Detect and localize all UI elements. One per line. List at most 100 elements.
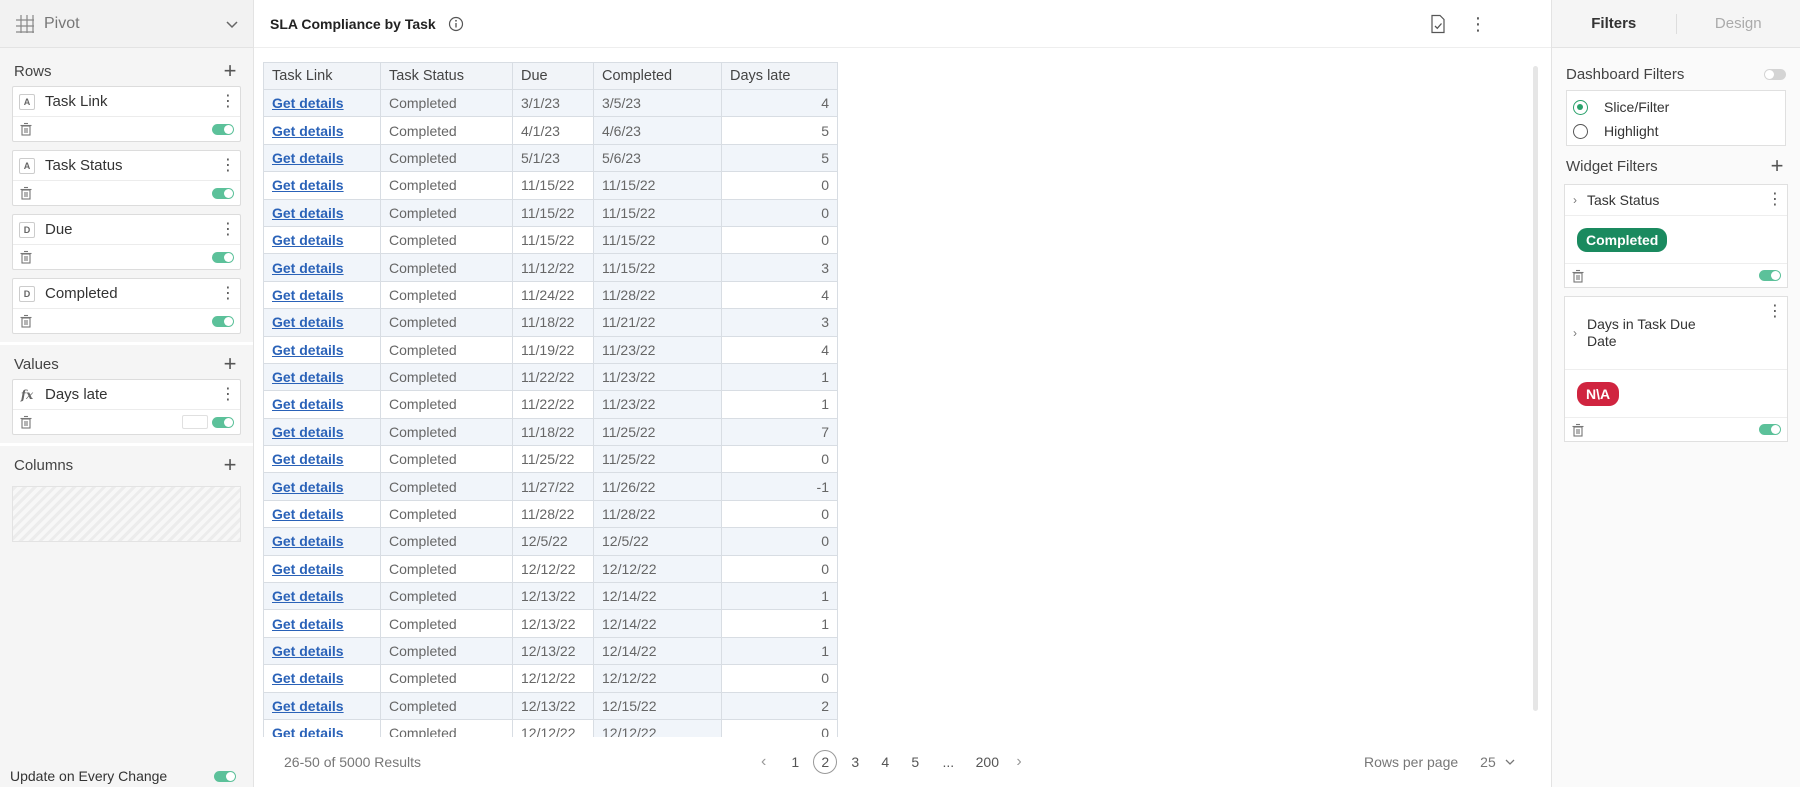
- filter-toggle[interactable]: [1759, 270, 1781, 281]
- page-number[interactable]: 200: [975, 750, 999, 774]
- add-row-icon[interactable]: +: [221, 60, 239, 82]
- due-cell: 11/25/22: [512, 445, 594, 474]
- dashboard-filters-toggle[interactable]: [1764, 68, 1786, 80]
- task-link-cell[interactable]: Get details: [263, 198, 381, 227]
- filter-value-chip[interactable]: Completed: [1577, 227, 1668, 252]
- task-link-cell[interactable]: Get details: [263, 499, 381, 529]
- field-toggle[interactable]: [212, 123, 234, 135]
- completed-cell: 5/6/23: [593, 143, 722, 173]
- table-row: Get details Completed 11/15/22 11/15/22 0: [263, 198, 838, 227]
- kebab-menu-icon[interactable]: ⋮: [220, 285, 236, 301]
- radio-selected-icon: [1573, 99, 1588, 115]
- field-toggle[interactable]: [212, 187, 234, 199]
- page-number[interactable]: 1: [783, 750, 807, 774]
- kebab-menu-icon[interactable]: ⋮: [220, 386, 236, 402]
- trash-icon[interactable]: [19, 415, 33, 429]
- widget-menu-icon[interactable]: ⋮: [1469, 15, 1487, 33]
- task-link-cell[interactable]: Get details: [263, 718, 381, 737]
- rows-per-page-label: Rows per page: [1364, 754, 1459, 770]
- trash-icon[interactable]: [19, 250, 33, 264]
- filter-mode-group: Slice/Filter Highlight: [1566, 90, 1786, 146]
- trash-icon[interactable]: [19, 186, 33, 200]
- info-icon[interactable]: [448, 16, 464, 32]
- field-toggle[interactable]: [212, 416, 234, 428]
- task-link-cell[interactable]: Get details: [263, 582, 381, 611]
- tab-filters[interactable]: Filters: [1552, 15, 1676, 32]
- trash-icon[interactable]: [1571, 423, 1585, 437]
- task-link-cell[interactable]: Get details: [263, 335, 381, 364]
- task-link-cell[interactable]: Get details: [263, 691, 381, 720]
- widget-type-selector[interactable]: Pivot: [0, 0, 253, 48]
- columns-drop-zone[interactable]: [12, 486, 241, 542]
- task-link-cell[interactable]: Get details: [263, 362, 381, 392]
- next-page-icon[interactable]: ›: [1016, 753, 1021, 771]
- kebab-menu-icon[interactable]: ⋮: [220, 221, 236, 237]
- add-filter-icon[interactable]: +: [1768, 155, 1786, 177]
- column-header[interactable]: Task Status: [380, 62, 513, 90]
- due-cell: 11/27/22: [512, 472, 594, 501]
- row-field-due[interactable]: D Due ⋮: [12, 214, 241, 270]
- document-check-icon[interactable]: [1429, 14, 1447, 34]
- task-link-cell[interactable]: Get details: [263, 527, 381, 556]
- trash-icon[interactable]: [19, 314, 33, 328]
- task-link-cell[interactable]: Get details: [263, 445, 381, 474]
- field-toggle[interactable]: [212, 315, 234, 327]
- kebab-menu-icon[interactable]: ⋮: [1767, 304, 1783, 320]
- task-link-cell[interactable]: Get details: [263, 171, 381, 200]
- task-link-cell[interactable]: Get details: [263, 636, 381, 666]
- table-row: Get details Completed 12/13/22 12/14/22 1: [263, 636, 838, 666]
- widget-title[interactable]: SLA Compliance by Task: [270, 16, 436, 32]
- column-header[interactable]: Days late: [721, 62, 838, 90]
- kebab-menu-icon[interactable]: ⋮: [220, 157, 236, 173]
- column-header[interactable]: Task Link: [263, 62, 381, 90]
- page-number[interactable]: 3: [843, 750, 867, 774]
- task-link-cell[interactable]: Get details: [263, 417, 381, 447]
- due-cell: 11/15/22: [512, 225, 594, 255]
- task-link-cell[interactable]: Get details: [263, 88, 381, 118]
- kebab-menu-icon[interactable]: ⋮: [220, 93, 236, 109]
- task-link-cell[interactable]: Get details: [263, 253, 381, 282]
- previous-page-icon[interactable]: ‹: [761, 753, 766, 771]
- field-toggle[interactable]: [212, 251, 234, 263]
- due-cell: 11/24/22: [512, 280, 594, 310]
- table-scrollbar[interactable]: [1533, 66, 1538, 711]
- chevron-right-icon[interactable]: ›: [1573, 326, 1577, 340]
- kebab-menu-icon[interactable]: ⋮: [1767, 192, 1783, 208]
- chevron-right-icon[interactable]: ›: [1573, 193, 1577, 207]
- color-swatch[interactable]: [182, 415, 208, 429]
- add-column-icon[interactable]: +: [221, 454, 239, 476]
- task-link-cell[interactable]: Get details: [263, 554, 381, 584]
- page-number[interactable]: 2: [813, 750, 838, 774]
- filter-card-days-in-task-due-date[interactable]: › Days in Task Due Date ⋮ N\A: [1564, 296, 1788, 442]
- radio-slice-filter[interactable]: Slice/Filter: [1573, 95, 1779, 119]
- page-number[interactable]: 4: [873, 750, 897, 774]
- filter-card-task-status[interactable]: › Task Status ⋮ Completed: [1564, 184, 1788, 288]
- days-late-cell: 5: [721, 116, 838, 145]
- filter-toggle[interactable]: [1759, 424, 1781, 435]
- trash-icon[interactable]: [19, 122, 33, 136]
- task-link-cell[interactable]: Get details: [263, 225, 381, 255]
- row-field-completed[interactable]: D Completed ⋮: [12, 278, 241, 334]
- page-number[interactable]: 5: [903, 750, 927, 774]
- radio-highlight[interactable]: Highlight: [1573, 119, 1779, 143]
- task-link-cell[interactable]: Get details: [263, 116, 381, 145]
- task-link-cell[interactable]: Get details: [263, 280, 381, 310]
- task-link-cell[interactable]: Get details: [263, 308, 381, 337]
- add-value-icon[interactable]: +: [221, 353, 239, 375]
- task-link-cell[interactable]: Get details: [263, 609, 381, 638]
- task-link-cell[interactable]: Get details: [263, 664, 381, 693]
- trash-icon[interactable]: [1571, 269, 1585, 283]
- value-field-days-late[interactable]: fx Days late ⋮: [12, 379, 241, 435]
- rows-per-page-select[interactable]: 25: [1480, 754, 1516, 770]
- task-link-cell[interactable]: Get details: [263, 143, 381, 173]
- task-link-cell[interactable]: Get details: [263, 390, 381, 419]
- row-field-task-link[interactable]: A Task Link ⋮: [12, 86, 241, 142]
- task-link-cell[interactable]: Get details: [263, 472, 381, 501]
- column-header[interactable]: Completed: [593, 62, 722, 90]
- update-on-change-toggle[interactable]: [214, 770, 236, 782]
- table-row: Get details Completed 12/12/22 12/12/22 0: [263, 554, 838, 584]
- filter-value-chip[interactable]: N\A: [1577, 381, 1620, 406]
- column-header[interactable]: Due: [512, 62, 594, 90]
- row-field-task-status[interactable]: A Task Status ⋮: [12, 150, 241, 206]
- tab-design[interactable]: Design: [1677, 15, 1800, 32]
